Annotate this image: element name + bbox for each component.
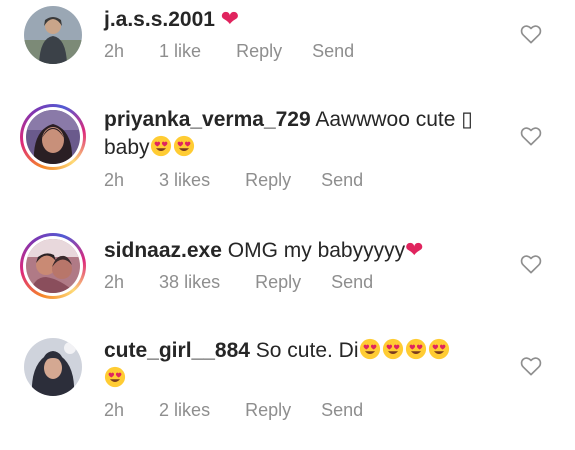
heart-outline-icon[interactable] [520,356,542,376]
comment-time: 2h [104,170,125,190]
heart-eyes-emoji [428,338,449,360]
heart-eyes-emoji [173,135,194,157]
send-button[interactable]: Send [331,272,373,293]
heart-eyes-emoji [150,135,171,157]
comment-body: So cute. Di [255,339,359,362]
heart-eyes-emoji [405,338,426,360]
comment-likes-count[interactable]: 1 like [159,41,201,62]
heart-outline-icon[interactable] [520,24,542,44]
comment-time: 2h [104,41,125,61]
comment-text: cute_girl__884 So cute. Di [104,337,504,393]
avatar-image [24,338,82,396]
comment-username[interactable]: j.a.s.s.2001 [104,8,215,31]
comment-likes-count[interactable]: 2 likes [159,400,210,421]
comment-username[interactable]: sidnaaz.exe [104,239,222,262]
reply-button[interactable]: Reply [236,41,282,62]
avatar-image [26,239,80,293]
story-ring [23,107,83,167]
avatar-image [24,6,82,64]
comment-username[interactable]: priyanka_verma_729 [104,108,311,131]
avatar-image [26,110,80,164]
send-button[interactable]: Send [312,41,354,62]
heart-eyes-emoji [382,338,403,360]
comment-text: j.a.s.s.2001 ❤ [104,5,504,34]
comment-likes-count[interactable]: 38 likes [159,272,220,293]
comment-body: Aawwwoo cute ▯ [315,108,473,131]
comment-text: priyanka_verma_729 Aawwwoo cute ▯ baby [104,106,504,162]
send-button[interactable]: Send [321,400,363,421]
heart-eyes-emoji [104,366,126,388]
comment-time: 2h [104,400,125,420]
reply-button[interactable]: Reply [255,272,301,293]
send-button[interactable]: Send [321,170,363,191]
comment-meta: 2h 38 likes Reply Send [104,272,373,293]
avatar[interactable] [24,338,82,396]
heart-outline-icon[interactable] [520,126,542,146]
heart-eyes-emoji [359,338,380,360]
heart-outline-icon[interactable] [520,254,542,274]
comment-body-line2: baby [104,136,150,159]
avatar[interactable] [20,233,86,299]
comment-meta: 2h 1 like Reply Send [104,41,354,62]
avatar[interactable] [20,104,86,170]
comment-likes-count[interactable]: 3 likes [159,170,210,191]
comment-time: 2h [104,272,125,292]
comment-meta: 2h 2 likes Reply Send [104,400,363,421]
reply-button[interactable]: Reply [245,400,291,421]
red-heart-emoji: ❤ [405,237,424,262]
reply-button[interactable]: Reply [245,170,291,191]
comment-text: sidnaaz.exe OMG my babyyyyy❤ [104,236,504,265]
avatar[interactable] [24,6,82,64]
comment-body: OMG my babyyyyy [227,239,406,262]
story-ring [23,236,83,296]
comment-username[interactable]: cute_girl__884 [104,339,250,362]
comment-meta: 2h 3 likes Reply Send [104,170,363,191]
red-heart-emoji: ❤ [220,6,240,31]
